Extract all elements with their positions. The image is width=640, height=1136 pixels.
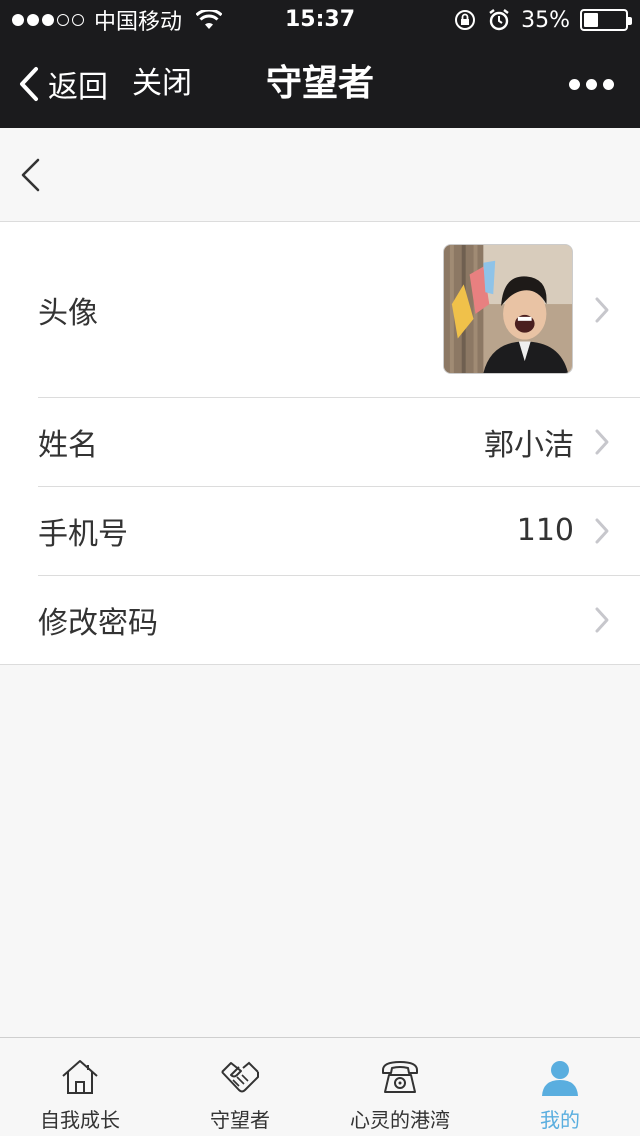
avatar[interactable] (443, 244, 573, 374)
tab-mine[interactable]: 我的 (480, 1038, 640, 1136)
avatar-photo (444, 245, 572, 373)
handshake-icon (221, 1061, 259, 1093)
phone-row[interactable]: 手机号 110 (0, 486, 640, 575)
page-header (0, 128, 640, 222)
person-icon (542, 1061, 578, 1096)
battery-percentage: 35% (521, 7, 570, 33)
tab-label: 自我成长 (40, 1108, 120, 1132)
name-label: 姓名 (38, 427, 98, 463)
phone-label: 手机号 (38, 516, 128, 552)
navigation-bar: 返回 关闭 守望者 (0, 40, 640, 128)
home-icon (62, 1060, 98, 1094)
name-row[interactable]: 姓名 郭小洁 (0, 397, 640, 486)
chevron-right-icon (595, 518, 609, 543)
telephone-icon (382, 1061, 418, 1093)
more-dot-icon (603, 78, 614, 90)
nav-close-button[interactable]: 关闭 (132, 40, 192, 128)
more-dot-icon (569, 78, 580, 90)
profile-settings-list: 头像 姓名 郭小洁 手机号 110 修改密码 (0, 222, 640, 665)
chevron-left-icon (20, 67, 38, 101)
nav-back-label: 返回 (48, 70, 108, 105)
more-dot-icon (586, 78, 597, 90)
rotation-lock-icon (455, 10, 476, 30)
status-bar: 中国移动 15:37 35% (0, 0, 640, 40)
name-value: 郭小洁 (484, 427, 574, 463)
more-options-button[interactable] (569, 40, 614, 128)
chevron-right-icon (595, 429, 609, 454)
alarm-icon (489, 9, 509, 31)
avatar-row[interactable]: 头像 (0, 222, 640, 397)
tab-bar: 自我成长 守望者 心灵的港湾 我的 (0, 1037, 640, 1136)
nav-back-button[interactable]: 返回 (18, 40, 108, 128)
chevron-right-icon (595, 607, 609, 632)
tab-soul-harbor[interactable]: 心灵的港湾 (320, 1038, 480, 1136)
tab-label: 心灵的港湾 (350, 1108, 450, 1132)
change-password-label: 修改密码 (38, 605, 158, 641)
back-arrow-icon[interactable] (18, 157, 44, 193)
change-password-row[interactable]: 修改密码 (0, 575, 640, 664)
tab-watcher[interactable]: 守望者 (160, 1038, 320, 1136)
avatar-label: 头像 (38, 295, 98, 331)
tab-label: 守望者 (210, 1108, 270, 1132)
tab-self-growth[interactable]: 自我成长 (0, 1038, 160, 1136)
battery-icon (580, 9, 632, 31)
tab-label: 我的 (540, 1108, 580, 1132)
phone-value: 110 (516, 513, 574, 548)
chevron-right-icon (595, 297, 609, 322)
